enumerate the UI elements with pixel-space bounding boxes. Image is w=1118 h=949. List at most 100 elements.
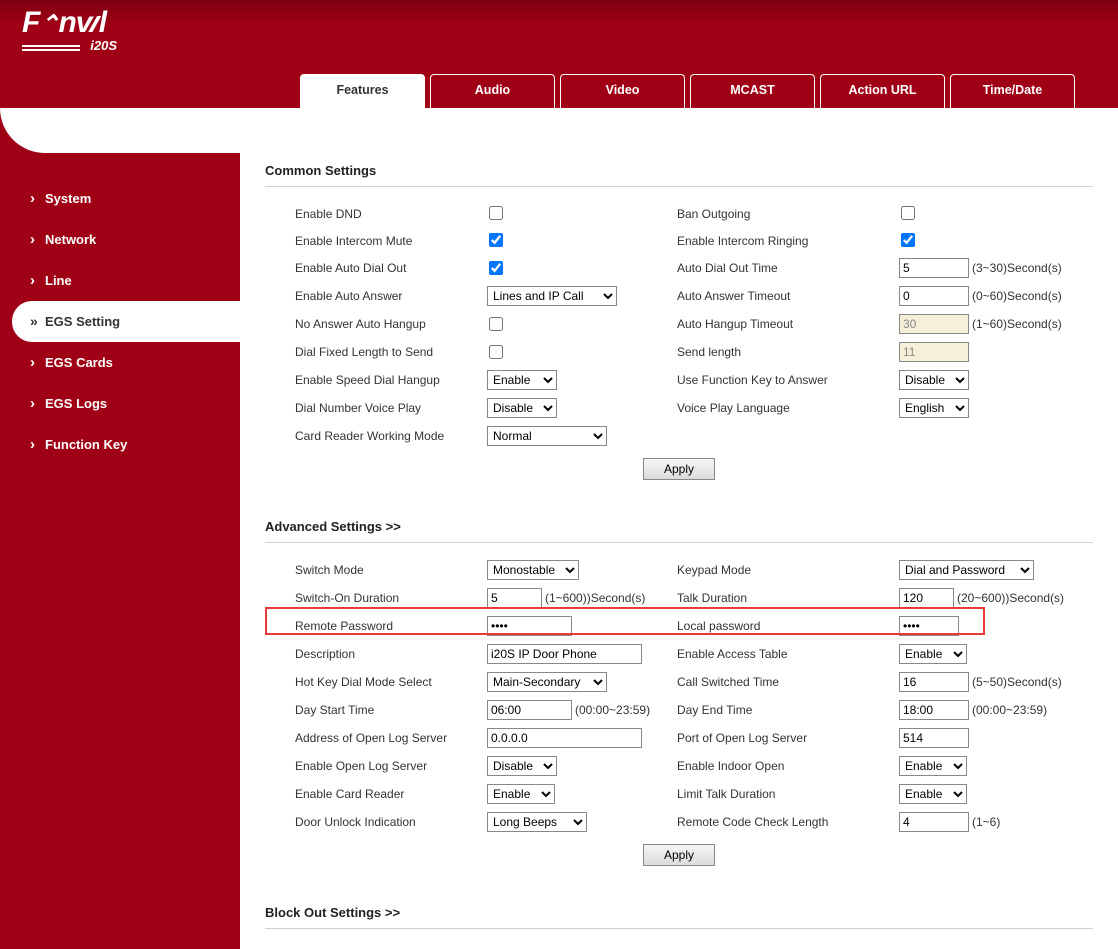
day-end-time-label: Day End Time [677, 701, 897, 719]
enable-auto-answer-select[interactable]: Lines and IP Call [487, 286, 617, 306]
call-switched-time-label: Call Switched Time [677, 673, 897, 691]
enable-intercom-mute-label: Enable Intercom Mute [295, 232, 485, 250]
enable-speed-dial-hangup-label: Enable Speed Dial Hangup [295, 371, 485, 389]
use-function-key-label: Use Function Key to Answer [677, 371, 897, 389]
advanced-settings-grid: Switch Mode Monostable Keypad Mode Dial … [295, 558, 1093, 834]
switch-on-duration-hint: (1~600))Second(s) [545, 591, 645, 605]
enable-intercom-ringing-checkbox[interactable] [901, 233, 915, 247]
app-header: F⌃nvıl i20S [0, 0, 1118, 62]
sidebar: SystemNetworkLineEGS SettingEGS CardsEGS… [0, 108, 240, 949]
tab-audio[interactable]: Audio [430, 74, 555, 108]
enable-speed-dial-hangup-select[interactable]: Enable [487, 370, 557, 390]
tab-bar: FeaturesAudioVideoMCASTAction URLTime/Da… [0, 62, 1118, 108]
apply-common-button[interactable]: Apply [643, 458, 715, 480]
door-unlock-indication-select[interactable]: Long Beeps [487, 812, 587, 832]
sidebar-item-network[interactable]: Network [0, 219, 240, 260]
keypad-mode-select[interactable]: Dial and Password [899, 560, 1034, 580]
sidebar-item-egs-logs[interactable]: EGS Logs [0, 383, 240, 424]
sidebar-item-egs-setting[interactable]: EGS Setting [12, 301, 240, 342]
dial-number-voice-play-select[interactable]: Disable [487, 398, 557, 418]
sidebar-item-function-key[interactable]: Function Key [0, 424, 240, 465]
talk-duration-label: Talk Duration [677, 589, 897, 607]
port-open-log-label: Port of Open Log Server [677, 729, 897, 747]
keypad-mode-label: Keypad Mode [677, 561, 897, 579]
auto-hangup-timeout-label: Auto Hangup Timeout [677, 315, 897, 333]
remote-password-input[interactable] [487, 616, 572, 636]
send-length-input [899, 342, 969, 362]
dial-number-voice-play-label: Dial Number Voice Play [295, 399, 485, 417]
send-length-label: Send length [677, 343, 897, 361]
description-label: Description [295, 645, 485, 663]
enable-open-log-server-select[interactable]: Disable [487, 756, 557, 776]
day-start-time-label: Day Start Time [295, 701, 485, 719]
auto-hangup-timeout-input [899, 314, 969, 334]
no-answer-auto-hangup-label: No Answer Auto Hangup [295, 315, 485, 333]
enable-dnd-label: Enable DND [295, 205, 485, 223]
voice-play-language-label: Voice Play Language [677, 399, 897, 417]
enable-intercom-mute-checkbox[interactable] [489, 233, 503, 247]
switch-on-duration-label: Switch-On Duration [295, 589, 485, 607]
enable-access-table-select[interactable]: Enable [899, 644, 967, 664]
hot-key-dial-mode-label: Hot Key Dial Mode Select [295, 673, 485, 691]
enable-indoor-open-select[interactable]: Enable [899, 756, 967, 776]
day-start-time-input[interactable] [487, 700, 572, 720]
limit-talk-duration-select[interactable]: Enable [899, 784, 967, 804]
enable-auto-dial-out-checkbox[interactable] [489, 261, 503, 275]
use-function-key-select[interactable]: Disable [899, 370, 969, 390]
enable-indoor-open-label: Enable Indoor Open [677, 757, 897, 775]
talk-duration-input[interactable] [899, 588, 954, 608]
description-input[interactable] [487, 644, 642, 664]
sidebar-curve [0, 108, 240, 153]
limit-talk-duration-label: Limit Talk Duration [677, 785, 897, 803]
section-common-header: Common Settings [265, 163, 1093, 187]
call-switched-time-input[interactable] [899, 672, 969, 692]
enable-card-reader-select[interactable]: Enable [487, 784, 555, 804]
switch-mode-label: Switch Mode [295, 561, 485, 579]
auto-dial-out-time-input[interactable] [899, 258, 969, 278]
apply-advanced-button[interactable]: Apply [643, 844, 715, 866]
auto-answer-timeout-label: Auto Answer Timeout [677, 287, 897, 305]
tab-video[interactable]: Video [560, 74, 685, 108]
auto-dial-out-time-label: Auto Dial Out Time [677, 259, 897, 277]
enable-open-log-server-label: Enable Open Log Server [295, 757, 485, 775]
tab-features[interactable]: Features [300, 74, 425, 108]
auto-answer-timeout-input[interactable] [899, 286, 969, 306]
day-end-time-input[interactable] [899, 700, 969, 720]
section-advanced-header[interactable]: Advanced Settings >> [265, 519, 1093, 543]
card-reader-mode-label: Card Reader Working Mode [295, 427, 485, 445]
tab-time-date[interactable]: Time/Date [950, 74, 1075, 108]
sidebar-item-line[interactable]: Line [0, 260, 240, 301]
enable-card-reader-label: Enable Card Reader [295, 785, 485, 803]
enable-auto-answer-label: Enable Auto Answer [295, 287, 485, 305]
dial-fixed-length-checkbox[interactable] [489, 345, 503, 359]
ban-outgoing-checkbox[interactable] [901, 206, 915, 220]
section-block-header[interactable]: Block Out Settings >> [265, 905, 1093, 929]
enable-dnd-checkbox[interactable] [489, 206, 503, 220]
remote-code-check-length-input[interactable] [899, 812, 969, 832]
port-open-log-input[interactable] [899, 728, 969, 748]
brand-name: F⌃nvıl [22, 8, 1118, 38]
tab-action-url[interactable]: Action URL [820, 74, 945, 108]
local-password-input[interactable] [899, 616, 959, 636]
hot-key-dial-mode-select[interactable]: Main-Secondary [487, 672, 607, 692]
voice-play-language-select[interactable]: English [899, 398, 969, 418]
ban-outgoing-label: Ban Outgoing [677, 205, 897, 223]
nav-list: SystemNetworkLineEGS SettingEGS CardsEGS… [0, 153, 240, 465]
no-answer-auto-hangup-checkbox[interactable] [489, 317, 503, 331]
dial-fixed-length-label: Dial Fixed Length to Send [295, 343, 485, 361]
auto-hangup-timeout-hint: (1~60)Second(s) [972, 317, 1062, 331]
sidebar-item-egs-cards[interactable]: EGS Cards [0, 342, 240, 383]
switch-on-duration-input[interactable] [487, 588, 542, 608]
brand-logo: F⌃nvıl i20S [22, 8, 1118, 53]
main-content: Common Settings Enable DND Ban Outgoing … [240, 108, 1118, 949]
address-open-log-input[interactable] [487, 728, 642, 748]
tab-mcast[interactable]: MCAST [690, 74, 815, 108]
remote-code-check-length-label: Remote Code Check Length [677, 813, 897, 831]
local-password-label: Local password [677, 617, 897, 635]
switch-mode-select[interactable]: Monostable [487, 560, 579, 580]
card-reader-mode-select[interactable]: Normal [487, 426, 607, 446]
day-end-time-hint: (00:00~23:59) [972, 703, 1047, 717]
sidebar-item-system[interactable]: System [0, 178, 240, 219]
address-open-log-label: Address of Open Log Server [295, 729, 485, 747]
enable-auto-dial-out-label: Enable Auto Dial Out [295, 259, 485, 277]
